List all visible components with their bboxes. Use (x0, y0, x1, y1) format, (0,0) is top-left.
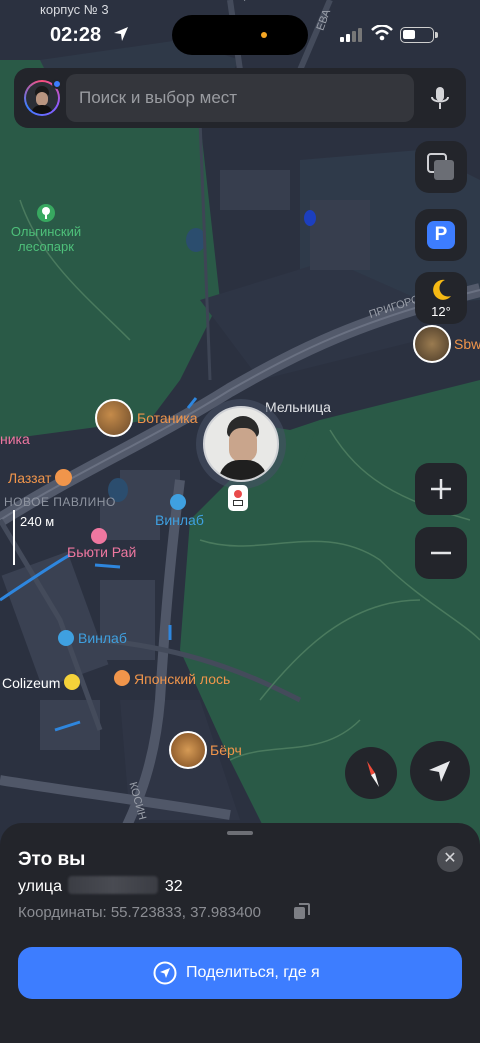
status-time: 02:28 (50, 24, 102, 46)
parking-icon: P (427, 221, 455, 249)
parking-button[interactable]: P (415, 209, 467, 261)
plus-icon (431, 479, 451, 499)
poi-vinlab-1[interactable]: Винлаб (155, 512, 204, 528)
weather-button[interactable]: 12° (415, 272, 467, 324)
poi-buti-rai[interactable]: Бьюти Рай (67, 544, 136, 560)
shop-icon (170, 494, 186, 510)
battery-icon (400, 27, 438, 43)
shop-icon-2 (58, 630, 74, 646)
beauty-icon (91, 528, 107, 544)
dynamic-island (172, 15, 308, 55)
close-icon: ✕ (443, 850, 457, 867)
layers-button[interactable] (415, 141, 467, 193)
copy-icon[interactable] (293, 902, 311, 920)
sheet-title: Это вы (18, 849, 86, 870)
user-avatar-photo (203, 406, 279, 482)
poi-vinlab-2[interactable]: Винлаб (78, 630, 127, 646)
berch-photo[interactable] (169, 731, 207, 769)
colizeum-icon (64, 674, 80, 690)
coordinates-text: Координаты: 55.723833, 37.983400 (18, 904, 261, 921)
weather-temperature: 12° (431, 304, 451, 319)
microphone-icon[interactable] (430, 86, 450, 112)
poi-lazzat[interactable]: Лаззат (8, 470, 51, 486)
district-label: НОВОЕ ПАВЛИНО (4, 495, 116, 509)
my-location-button[interactable] (410, 741, 470, 801)
wifi-icon (371, 25, 393, 41)
tree-icon (37, 204, 55, 222)
shop-marker-icon[interactable] (228, 485, 248, 511)
park-label: Ольгинский лесопарк (10, 224, 82, 254)
privacy-dot-icon (261, 32, 267, 38)
navigation-arrow-icon (429, 761, 450, 782)
poi-colizeum[interactable]: Colizeum (2, 675, 60, 691)
close-button[interactable]: ✕ (437, 846, 463, 872)
botanika-photo[interactable] (95, 399, 133, 437)
moon-icon (433, 279, 451, 300)
address-number: 32 (164, 878, 183, 895)
status-bar: 02:28 (0, 0, 480, 70)
layers-icon (427, 153, 454, 180)
minus-icon (431, 551, 451, 555)
scale-label: 240 м (20, 514, 55, 529)
search-bar: Поиск и выбор мест (14, 68, 466, 128)
share-location-button[interactable]: Поделиться, где я (18, 947, 462, 999)
sbw-photo[interactable] (413, 325, 451, 363)
address-prefix: улица (18, 878, 62, 895)
poi-berch[interactable]: Бёрч (210, 742, 242, 758)
sheet-handle[interactable] (227, 831, 253, 835)
poi-yaponsky-los[interactable]: Японский лось (134, 671, 230, 687)
profile-avatar[interactable] (24, 79, 62, 116)
notification-badge (52, 79, 62, 89)
zoom-out-button[interactable] (415, 527, 467, 579)
poi-botanika[interactable]: Ботаника (137, 410, 197, 426)
cafe-icon (55, 469, 72, 486)
poi-nika[interactable]: ника (0, 431, 30, 447)
location-arrow-icon (114, 27, 128, 41)
address: улица 32 (18, 876, 183, 896)
search-input[interactable]: Поиск и выбор мест (66, 74, 414, 122)
share-navigation-icon (153, 961, 177, 985)
signal-icon (340, 28, 362, 42)
compass-icon (367, 761, 379, 787)
compass-button[interactable] (345, 747, 397, 799)
poi-melnitsa[interactable]: Мельница (265, 399, 331, 415)
food-icon (114, 670, 130, 686)
share-button-label: Поделиться, где я (186, 964, 320, 981)
zoom-in-button[interactable] (415, 463, 467, 515)
user-location-marker[interactable] (196, 399, 286, 489)
location-sheet: Это вы ✕ улица 32 Координаты: 55.723833,… (0, 823, 480, 1043)
park-poi[interactable]: Ольгинский лесопарк (6, 204, 86, 254)
poi-sbw[interactable]: Sbw (454, 336, 480, 352)
address-redacted (68, 876, 159, 894)
